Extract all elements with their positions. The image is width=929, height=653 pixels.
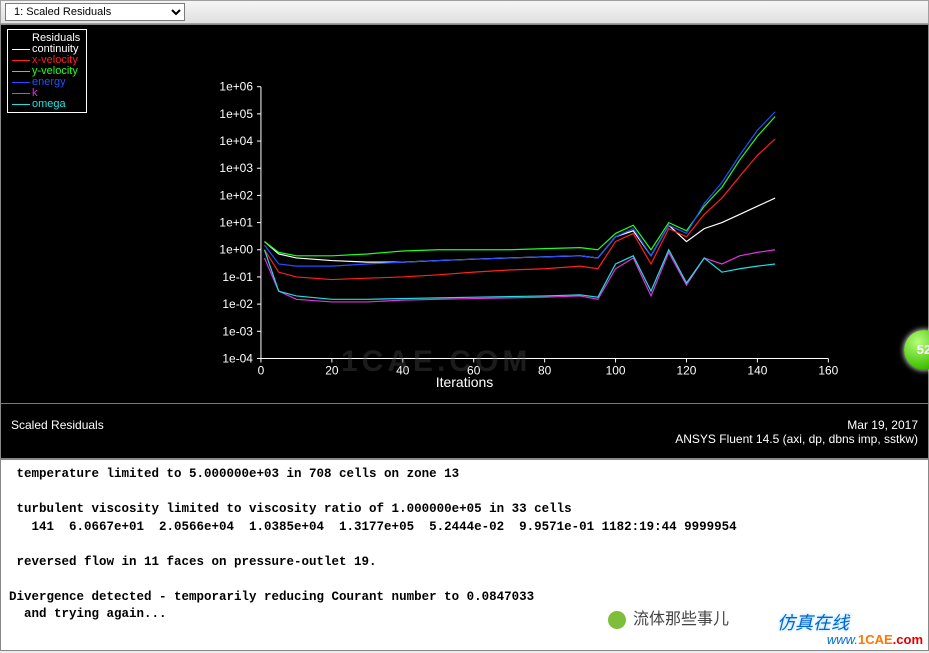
- toolbar: 1: Scaled Residuals: [0, 0, 929, 24]
- svg-text:1e-02: 1e-02: [222, 297, 253, 311]
- view-dropdown[interactable]: 1: Scaled Residuals: [5, 3, 185, 21]
- svg-text:1e-04: 1e-04: [222, 351, 253, 365]
- svg-text:1e+03: 1e+03: [219, 161, 253, 175]
- console-line: [9, 484, 920, 502]
- svg-text:1e+02: 1e+02: [219, 188, 253, 202]
- x-axis-title: Iterations: [1, 374, 928, 390]
- svg-text:1e+06: 1e+06: [219, 80, 253, 94]
- console-line: Divergence detected - temporarily reduci…: [9, 589, 920, 607]
- footer-version: ANSYS Fluent 14.5 (axi, dp, dbns imp, ss…: [675, 432, 918, 446]
- residuals-plot: Residuals continuityx-velocityy-velocity…: [0, 24, 929, 459]
- console-line: turbulent viscosity limited to viscosity…: [9, 501, 920, 519]
- console-line: reversed flow in 11 faces on pressure-ou…: [9, 554, 920, 572]
- svg-text:1e-03: 1e-03: [222, 324, 253, 338]
- chart-canvas: 1e-04 1e-03 1e-02 1e-01 1e+00 1e+01 1e+02 1e+03…: [1, 25, 928, 458]
- plot-footer: Scaled Residuals Mar 19, 2017 ANSYS Flue…: [1, 403, 928, 458]
- console-line: temperature limited to 5.000000e+03 in 7…: [9, 466, 920, 484]
- svg-text:1e+00: 1e+00: [219, 243, 253, 257]
- console-line: [9, 536, 920, 554]
- svg-text:1e+04: 1e+04: [219, 134, 253, 148]
- svg-text:1e+01: 1e+01: [219, 216, 253, 230]
- footer-date: Mar 19, 2017: [675, 418, 918, 432]
- svg-text:1e+05: 1e+05: [219, 107, 253, 121]
- console-line: 141 6.0667e+01 2.0566e+04 1.0385e+04 1.3…: [9, 519, 920, 537]
- svg-text:1e-01: 1e-01: [222, 270, 253, 284]
- watermark-url: www.1CAE.com: [827, 632, 923, 647]
- console-line: [9, 571, 920, 589]
- footer-title: Scaled Residuals: [11, 418, 104, 432]
- watermark-wechat: 流体那些事儿: [608, 605, 729, 629]
